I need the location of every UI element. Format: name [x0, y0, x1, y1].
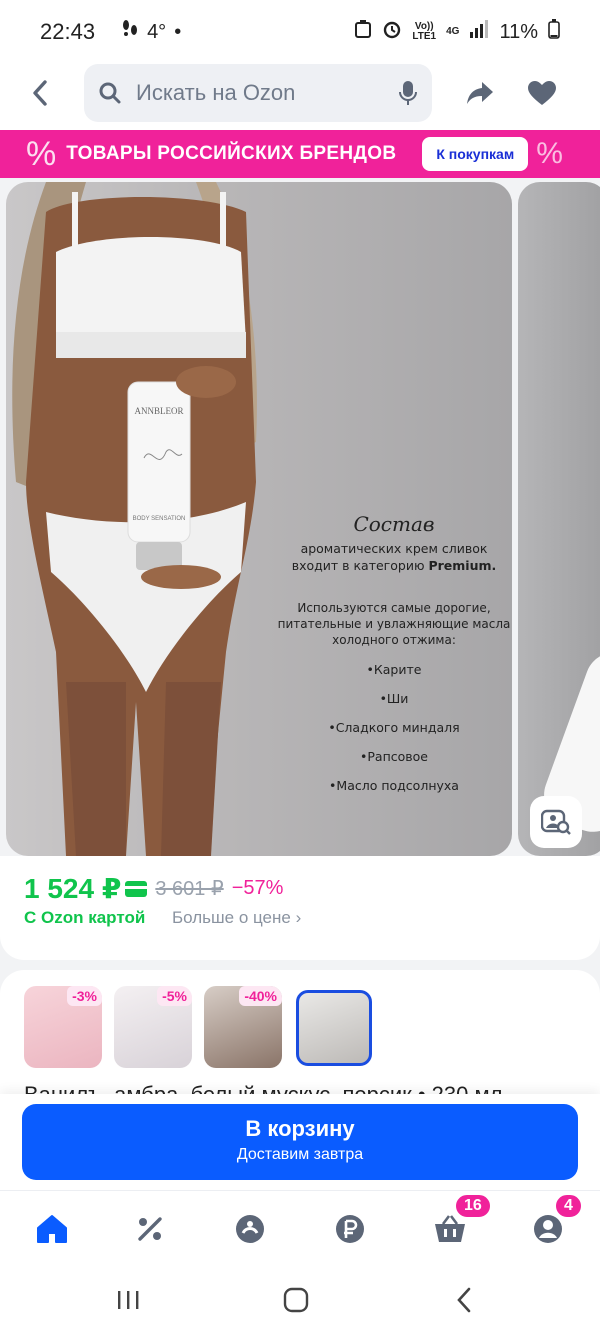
percent-decor-icon: % — [536, 137, 563, 170]
nav-profile[interactable]: 4 — [528, 1193, 583, 1249]
visual-search-button[interactable] — [530, 796, 582, 848]
status-time: 22:43 — [40, 19, 96, 44]
ingredient-item: •Масло подсолнуха — [329, 778, 459, 793]
status-bar: 22:43 4° • Vo)) LTE1 4G 11% — [0, 0, 600, 64]
ingredient-item: •Ши — [379, 691, 409, 706]
bottle-brand: ANNBLEOR — [135, 406, 184, 416]
cart-count-badge: 16 — [454, 1193, 492, 1219]
variant-discount-badge: -3% — [67, 986, 102, 1006]
recycle-icon — [354, 19, 372, 45]
product-image-next[interactable] — [518, 182, 600, 856]
promo-banner[interactable]: % ТОВАРЫ РОССИЙСКИХ БРЕНДОВ К покупкам % — [0, 130, 600, 178]
status-left-icons: 4° • — [121, 19, 181, 45]
lte-indicator: Vo)) LTE1 — [412, 21, 437, 42]
nav-cart[interactable]: 16 — [430, 1193, 492, 1249]
discount: −57% — [231, 877, 284, 899]
status-right-icons: Vo)) LTE1 4G 11% — [354, 19, 560, 45]
percent-decor-icon: % — [26, 134, 57, 173]
ozon-card-icon — [125, 880, 148, 897]
ingredient-item: •Карите — [366, 662, 422, 677]
signal-icon — [469, 20, 489, 44]
ozon-card-label: С Ozon картой — [24, 908, 146, 927]
search-input[interactable]: Искать на Ozon — [84, 64, 432, 122]
search-icon — [99, 82, 121, 104]
share-button[interactable] — [450, 63, 510, 123]
variant-thumbnail[interactable]: -3% — [24, 986, 102, 1068]
chevron-right-icon: › — [295, 908, 302, 927]
add-to-cart-button[interactable]: В корзину Доставим завтра — [22, 1104, 578, 1180]
fresh-icon — [236, 1215, 264, 1243]
heart-icon — [528, 81, 556, 105]
image-line1: ароматических крем сливок входит в катег… — [291, 541, 497, 573]
price-row: 1 524 ₽ 3 601 ₽ −57% — [24, 872, 283, 905]
share-icon — [467, 82, 493, 104]
nav-home[interactable] — [32, 1209, 72, 1249]
recent-apps-icon — [118, 1291, 139, 1309]
home-circle-icon — [283, 1287, 309, 1313]
price-more-link[interactable]: Больше о цене › — [172, 908, 301, 928]
steps-icon — [121, 19, 139, 45]
network-type: 4G — [446, 26, 460, 37]
basket-icon — [435, 1215, 465, 1242]
variant-thumbnail[interactable]: -40% — [204, 986, 282, 1068]
search-header: Искать на Ozon — [0, 56, 600, 130]
back-icon — [33, 80, 47, 106]
old-price: 3 601 ₽ — [155, 878, 224, 900]
nav-fresh[interactable] — [230, 1209, 270, 1249]
ruble-icon — [336, 1215, 364, 1243]
search-placeholder: Искать на Ozon — [136, 80, 296, 105]
visual-search-icon — [541, 809, 571, 835]
ingredient-item: •Сладкого миндаля — [328, 720, 460, 735]
profile-badge: 4 — [554, 1193, 583, 1219]
delivery-label: Доставим завтра — [236, 1146, 364, 1163]
variant-discount-badge: -40% — [239, 986, 282, 1006]
image-title: Состав — [353, 512, 435, 536]
system-back-button[interactable] — [444, 1284, 484, 1316]
battery-icon — [548, 19, 560, 45]
nav-sale[interactable] — [130, 1209, 170, 1249]
current-price: 1 524 ₽ — [24, 873, 122, 904]
variant-discount-badge: -5% — [157, 986, 192, 1006]
banner-text: ТОВАРЫ РОССИЙСКИХ БРЕНДОВ — [66, 143, 397, 164]
percent-icon — [138, 1217, 162, 1241]
home-system-button[interactable] — [276, 1284, 316, 1316]
image-line2: Используются самые дорогие, питательные … — [277, 601, 511, 647]
battery-percent: 11% — [499, 20, 538, 43]
status-dot: • — [174, 20, 182, 43]
back-button[interactable] — [10, 63, 70, 123]
add-to-cart-label: В корзину — [245, 1116, 355, 1141]
product-title: Ванилъ, амбра, белый мускус, персик • 23… — [24, 1078, 584, 1094]
status-temp: 4° — [147, 20, 167, 43]
mic-icon[interactable] — [398, 80, 418, 106]
variant-thumbnail-selected[interactable] — [296, 990, 372, 1066]
alarm-icon — [382, 19, 402, 45]
system-nav — [0, 1268, 600, 1332]
banner-shop-button[interactable]: К покупкам — [422, 137, 529, 171]
recent-apps-button[interactable] — [108, 1284, 148, 1316]
back-arrow-icon — [457, 1287, 471, 1313]
product-image-main[interactable]: ANNBLEOR BODY SENSATION Состав ароматиче… — [6, 182, 512, 856]
product-image-text: Состав ароматических крем сливок входит … — [276, 512, 512, 793]
ozon-product-page: 22:43 4° • Vo)) LTE1 4G 11% Искать на Oz… — [0, 0, 600, 1332]
variant-thumbnail[interactable]: -5% — [114, 986, 192, 1068]
bottle-label: BODY SENSATION — [133, 516, 186, 522]
bottom-nav: 16 4 — [0, 1190, 600, 1268]
favorite-button[interactable] — [512, 63, 572, 123]
nav-finance[interactable] — [330, 1209, 370, 1249]
ingredient-item: •Рапсовое — [360, 749, 428, 764]
model-figure-illustration: ANNBLEOR BODY SENSATION — [12, 182, 257, 856]
home-icon — [37, 1215, 67, 1243]
profile-icon — [534, 1215, 562, 1243]
